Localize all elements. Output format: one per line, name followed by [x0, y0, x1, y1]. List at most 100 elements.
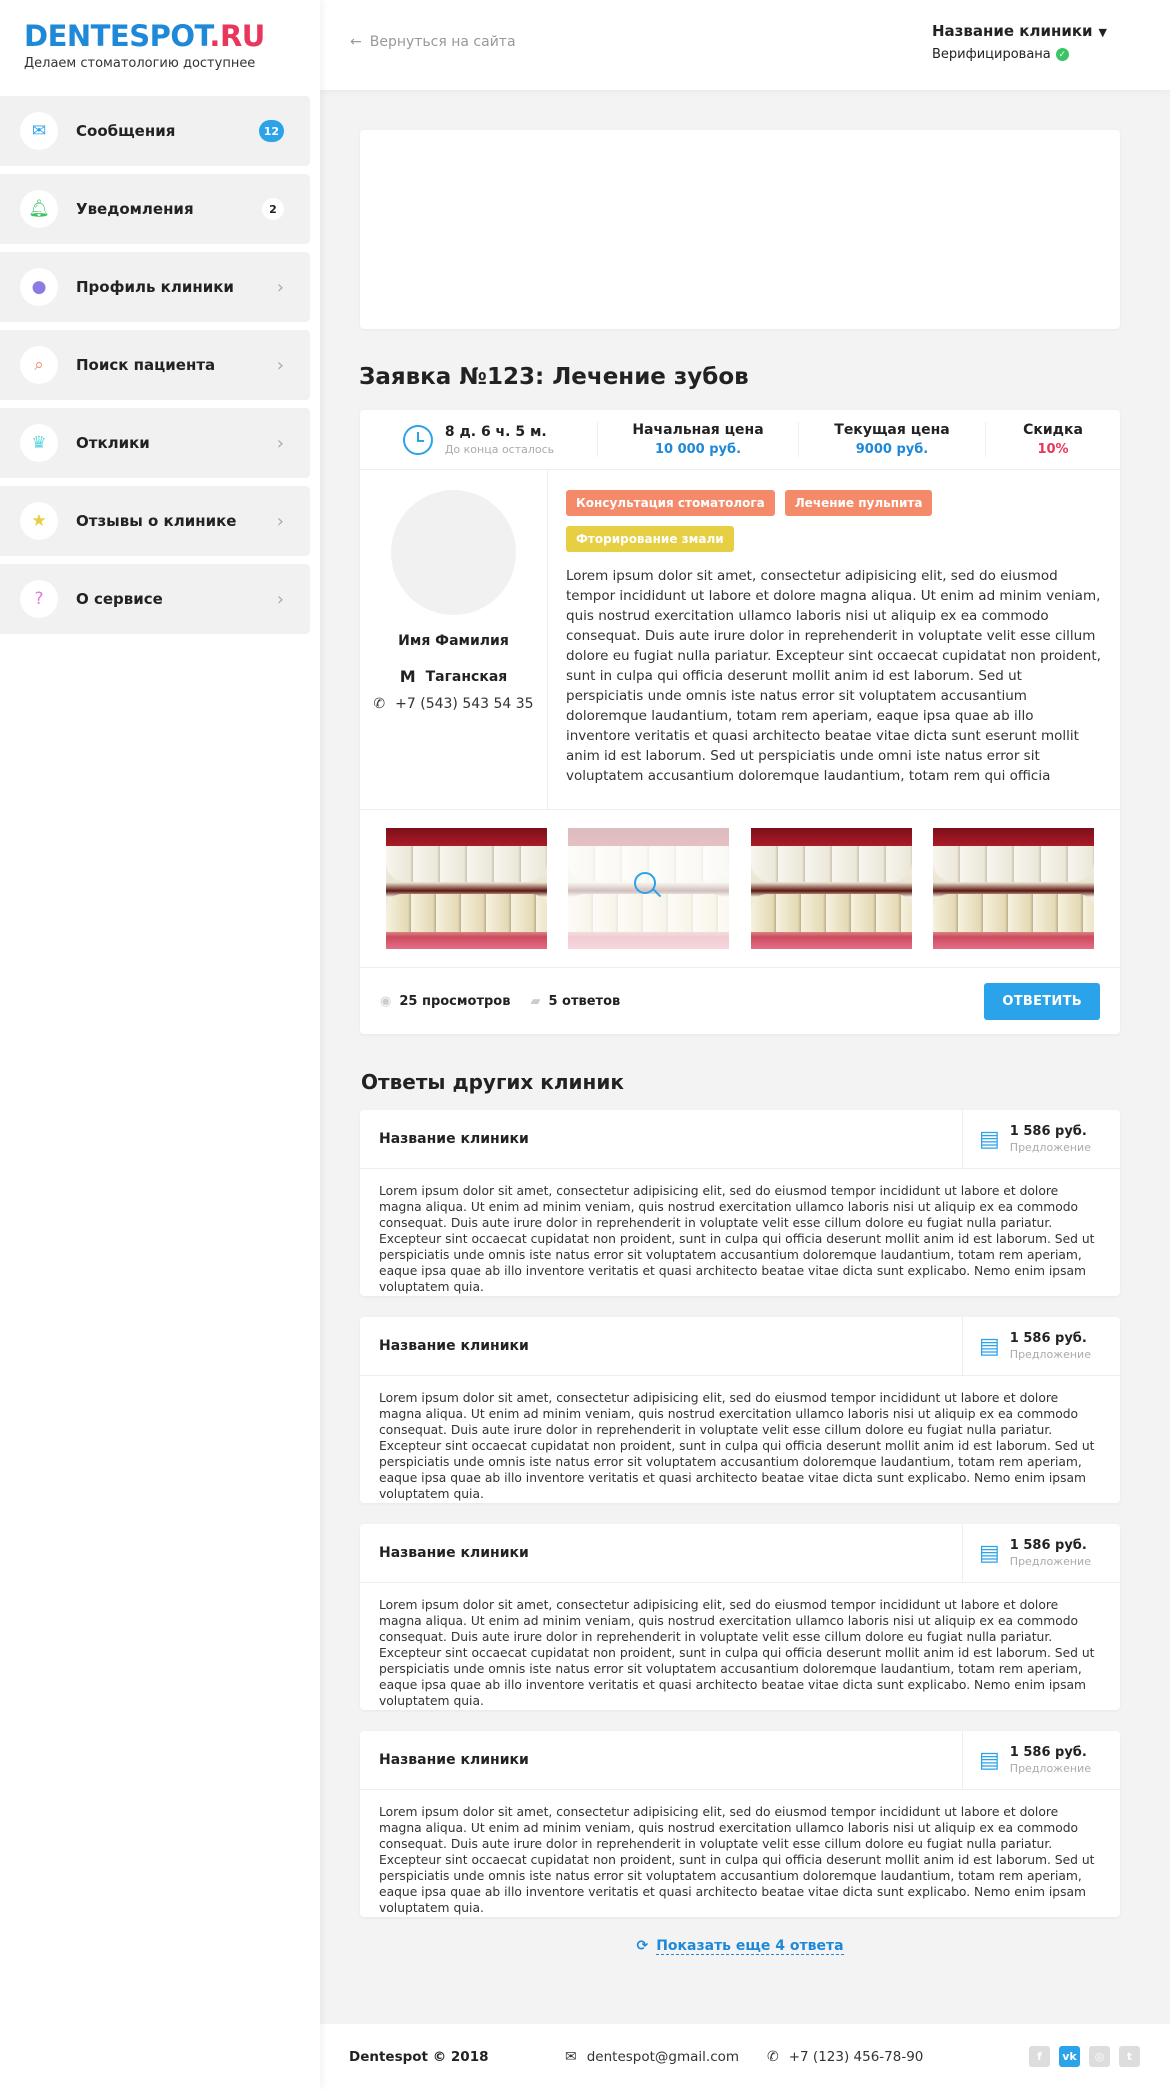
discount-stat: Скидка 10% [985, 422, 1120, 457]
sidebar-item-label: Уведомления [76, 200, 194, 218]
sidebar-item-clinic-profile[interactable]: ● Профиль клиники › [0, 252, 310, 322]
zoom-icon [634, 872, 662, 900]
offer-price: 1 586 руб. [1009, 1538, 1087, 1553]
facebook-icon[interactable]: f [1029, 2046, 1050, 2067]
request-card: 8 д. 6 ч. 5 м. До конца осталось Начальн… [360, 410, 1120, 1034]
tag: Фторирование змали [566, 526, 734, 552]
envelope-icon: ✉ [565, 2048, 577, 2065]
sidebar-item-reviews[interactable]: ★ Отзывы о клинике › [0, 486, 310, 556]
logo[interactable]: DENTESPOT.RU Делаем стоматологию доступн… [0, 0, 320, 96]
logo-text: DENTESPOT.RU [24, 20, 296, 52]
footer-phone-label: +7 (123) 456-78-90 [788, 2048, 924, 2065]
sidebar-item-responses[interactable]: ♛ Отклики › [0, 408, 310, 478]
answer-clinic-name[interactable]: Название клиники [360, 1131, 962, 1147]
tooth-icon: ♛ [20, 424, 58, 462]
sidebar-item-notifications[interactable]: 🔔︎ Уведомления 2 [0, 174, 310, 244]
arrow-left-icon: ← [350, 34, 362, 50]
answer-text: Lorem ipsum dolor sit amet, consectetur … [379, 1805, 1095, 1915]
show-more-label: Показать еще 4 ответа [656, 1938, 844, 1955]
avatar [391, 490, 516, 615]
clinic-name-dropdown[interactable]: Название клиники ▼ [932, 22, 1107, 40]
search-icon: ⌕ [20, 346, 58, 384]
time-left-stat: 8 д. 6 ч. 5 м. До конца осталось [360, 424, 597, 456]
sidebar-item-about[interactable]: ? О сервисе › [0, 564, 310, 634]
photo-thumbnail[interactable] [386, 828, 547, 949]
verification-label: Верифицирована [932, 47, 1051, 62]
metro-icon: M [399, 667, 416, 686]
logo-brand: DENTESPOT [24, 19, 210, 53]
start-price-stat: Начальная цена 10 000 руб. [597, 422, 798, 457]
bell-icon: 🔔︎ [20, 190, 58, 228]
phone-number: +7 (543) 543 54 35 [395, 696, 534, 712]
messages-count-badge: 12 [258, 120, 284, 142]
footer-phone[interactable]: ✆ +7 (123) 456-78-90 [767, 2049, 923, 2065]
comment-icon: ▰ [530, 993, 541, 1009]
patient-phone[interactable]: ✆ +7 (543) 543 54 35 [360, 696, 547, 712]
back-link-label: Вернуться на сайта [369, 34, 516, 50]
request-footer: ◉ 25 просмотров ▰ 5 ответов ОТВЕТИТЬ [360, 968, 1120, 1034]
time-left-value: 8 д. 6 ч. 5 м. [444, 423, 547, 440]
current-price-label: Текущая цена [834, 422, 950, 438]
views-label: 25 просмотров [399, 993, 511, 1009]
money-stack-icon: ▤ [979, 1747, 1000, 1773]
current-price-value: 9000 руб. [855, 442, 929, 457]
answers-count: ▰ 5 ответов [530, 994, 620, 1009]
tag: Консультация стоматолога [566, 490, 775, 516]
user-icon: ● [20, 268, 58, 306]
reply-button[interactable]: ОТВЕТИТЬ [984, 982, 1100, 1020]
chevron-right-icon: › [276, 588, 284, 610]
clinic-name: Название клиники [932, 22, 1093, 40]
answer-card: Название клиники ▤ 1 586 руб. Предложени… [360, 1523, 1120, 1710]
offer-label: Предложение [1009, 1762, 1091, 1775]
answer-text: Lorem ipsum dolor sit amet, consectetur … [379, 1184, 1095, 1294]
sidebar-item-label: Профиль клиники [76, 278, 234, 296]
answer-clinic-name[interactable]: Название клиники [360, 1545, 962, 1561]
sidebar-item-label: Отклики [76, 434, 150, 452]
sidebar: DENTESPOT.RU Делаем стоматологию доступн… [0, 0, 320, 2089]
chevron-right-icon: › [276, 276, 284, 298]
photo-gallery [360, 810, 1120, 968]
time-left-label: До конца осталось [444, 442, 555, 456]
top-header: ← Вернуться на сайта Название клиники ▼ Ве… [320, 0, 1170, 90]
offer-label: Предложение [1009, 1141, 1091, 1154]
sidebar-item-label: Сообщения [76, 122, 176, 140]
metro-station: M Таганская [360, 667, 547, 686]
footer-email[interactable]: ✉ dentespot@gmail.com [565, 2049, 767, 2065]
answer-text: Lorem ipsum dolor sit amet, consectetur … [379, 1598, 1095, 1708]
request-stats: 8 д. 6 ч. 5 м. До конца осталось Начальн… [360, 410, 1120, 470]
money-stack-icon: ▤ [979, 1333, 1000, 1359]
tag: Лечение пульпита [784, 490, 933, 516]
answer-offer: ▤ 1 586 руб. Предложение [962, 1523, 1120, 1583]
refresh-icon: ⟳ [636, 1938, 649, 1954]
photo-thumbnail[interactable] [932, 828, 1094, 949]
back-link[interactable]: ← Вернуться на сайта [350, 34, 516, 50]
clinic-menu[interactable]: Название клиники ▼ Верифицирована ✓ [932, 22, 1107, 62]
instagram-icon[interactable]: ◎ [1089, 2046, 1110, 2067]
patient-info: Имя Фамилия M Таганская ✆ +7 (543) 543 54 … [360, 470, 548, 809]
check-icon: ✓ [1055, 48, 1069, 61]
question-icon: ? [20, 580, 58, 618]
verification-status: Верифицирована ✓ [932, 47, 1107, 62]
banner-placeholder [360, 130, 1120, 329]
logo-tagline: Делаем стоматологию доступнее [24, 56, 256, 71]
start-price-label: Начальная цена [632, 422, 764, 438]
views-count: ◉ 25 просмотров [380, 994, 510, 1009]
sidebar-item-patient-search[interactable]: ⌕ Поиск пациента › [0, 330, 310, 400]
vk-icon[interactable]: vk [1059, 2046, 1080, 2067]
discount-value: 10% [1037, 442, 1069, 457]
answer-clinic-name[interactable]: Название клиники [360, 1338, 962, 1354]
photo-thumbnail[interactable] [750, 828, 912, 949]
request-body: Имя Фамилия M Таганская ✆ +7 (543) 543 54 … [360, 470, 1120, 810]
chevron-right-icon: › [276, 432, 284, 454]
money-stack-icon: ▤ [979, 1540, 1000, 1566]
show-more-link[interactable]: ⟳ Показать еще 4 ответа [360, 1938, 1120, 1955]
star-icon: ★ [20, 502, 58, 540]
answer-clinic-name[interactable]: Название клиники [360, 1752, 962, 1768]
sidebar-item-messages[interactable]: ✉ Сообщения 12 [0, 96, 310, 166]
request-description: Lorem ipsum dolor sit amet, consectetur … [566, 568, 1101, 784]
service-tags: Консультация стоматолога Лечение пульпит… [566, 490, 1102, 562]
offer-label: Предложение [1009, 1555, 1091, 1568]
answer-card: Название клиники ▤ 1 586 руб. Предложени… [360, 1109, 1120, 1296]
twitter-icon[interactable]: t [1119, 2046, 1140, 2067]
photo-thumbnail-active[interactable] [568, 828, 730, 949]
